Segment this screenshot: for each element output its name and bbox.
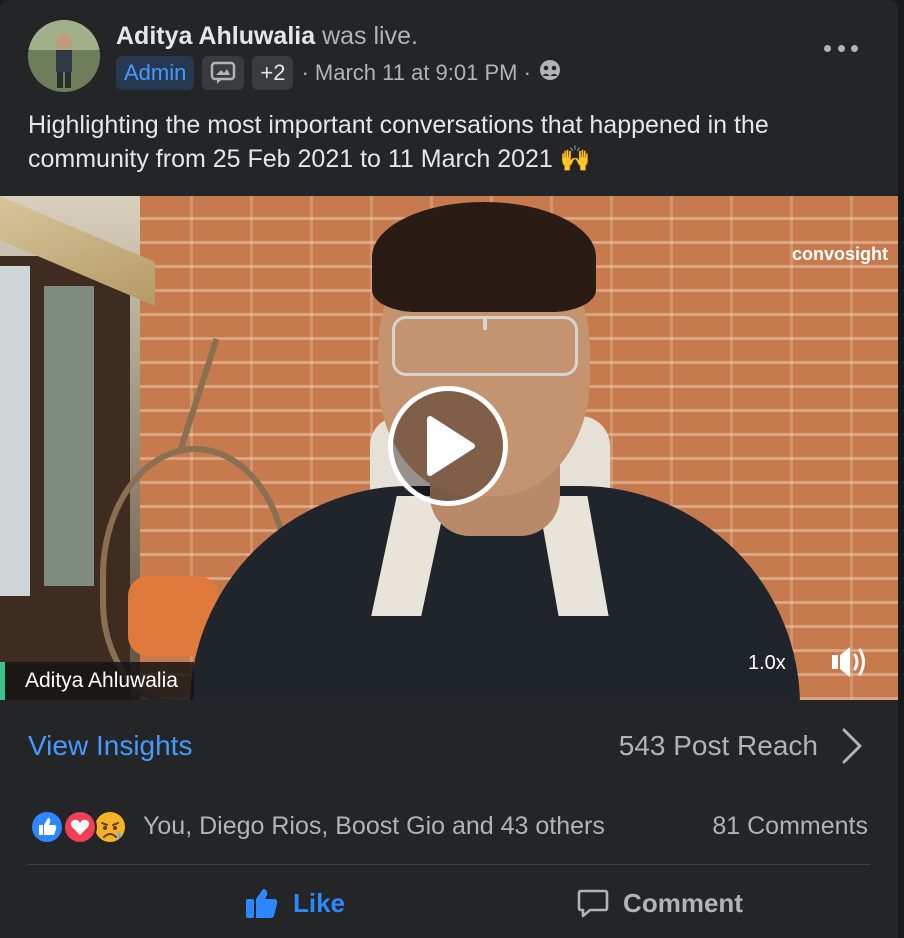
divider [28, 864, 870, 865]
comment-count[interactable]: 81 Comments [712, 812, 868, 841]
volume-button[interactable] [830, 644, 870, 680]
sad-reaction-icon [93, 810, 127, 844]
avatar-photo [28, 20, 100, 92]
like-button[interactable]: Like [150, 872, 440, 934]
conversation-starter-badge[interactable] [202, 56, 245, 90]
reaction-icons[interactable] [30, 810, 130, 844]
love-reaction-icon [63, 810, 97, 844]
play-icon [427, 416, 475, 476]
comment-label: Comment [623, 887, 743, 918]
author-line: Aditya Ahluwalia was live. [116, 22, 418, 51]
chat-badge-icon [211, 61, 236, 84]
post-timestamp[interactable]: · March 11 at 9:01 PM · [301, 60, 530, 86]
post-reach-link[interactable]: 543 Post Reach [619, 730, 818, 762]
view-insights-link[interactable]: View Insights [28, 730, 192, 762]
like-label: Like [292, 887, 346, 918]
live-video[interactable]: convosight Aditya Ahluwalia 1.0x [0, 196, 898, 700]
comment-bubble-icon [577, 889, 609, 918]
like-thumb-icon [245, 889, 278, 918]
author-avatar[interactable] [28, 20, 100, 92]
more-badges[interactable]: +2 [252, 56, 294, 90]
more-options-icon[interactable] [824, 38, 858, 58]
post-meta: Admin +2 · March 11 at 9:01 PM · [116, 56, 561, 90]
post-text: Highlighting the most important conversa… [28, 111, 769, 173]
play-button[interactable] [388, 386, 508, 506]
like-reaction-icon [30, 810, 64, 844]
video-watermark: convosight [791, 244, 888, 264]
speaker-name-tag: Aditya Ahluwalia [0, 662, 194, 700]
volume-icon [832, 647, 865, 677]
playback-speed-button[interactable]: 1.0x [748, 652, 786, 675]
author-name[interactable]: Aditya Ahluwalia [116, 22, 315, 50]
post-card: Aditya Ahluwalia was live. Admin +2 · Ma… [0, 0, 898, 938]
chevron-right-icon[interactable] [838, 726, 866, 766]
reaction-names[interactable]: You, Diego Rios, Boost Gio and 43 others [143, 812, 605, 841]
live-status-text: was live. [322, 22, 418, 50]
comment-button[interactable]: Comment [520, 872, 800, 934]
admin-badge[interactable]: Admin [116, 56, 195, 90]
group-privacy-icon [539, 59, 561, 87]
